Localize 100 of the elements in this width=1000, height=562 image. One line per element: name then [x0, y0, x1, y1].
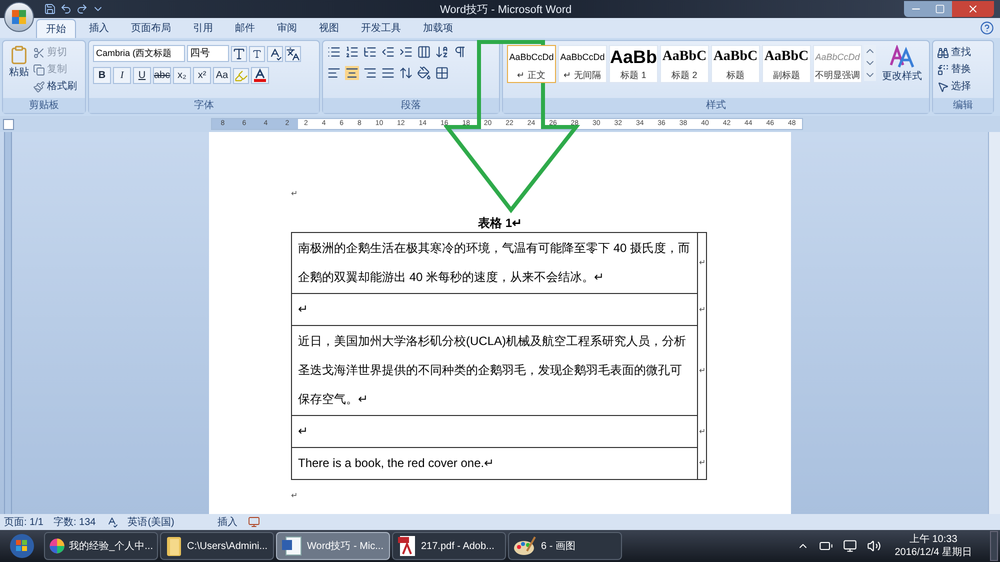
font-color-icon[interactable]: [251, 67, 269, 84]
table-cell: There is a book, the red cover one.↵: [292, 448, 698, 480]
format-button[interactable]: U: [133, 67, 151, 84]
taskbar-button[interactable]: C:\Users\Admini...: [160, 532, 274, 560]
row-end-mark: ↵: [698, 232, 706, 294]
change-styles-button[interactable]: 更改样式: [882, 45, 922, 84]
group-label: 编辑: [933, 98, 993, 113]
document-icon: [281, 535, 303, 557]
replace-icon: [937, 64, 949, 76]
brush-icon[interactable]: [33, 80, 45, 92]
page-count[interactable]: 页面: 1/1: [4, 514, 44, 530]
clipboard-icon[interactable]: [9, 45, 29, 65]
align-left-icon[interactable]: [327, 66, 341, 80]
style-item[interactable]: AaBbCcDd ↵ 正文: [507, 45, 556, 83]
more-styles-icon[interactable]: [864, 69, 876, 81]
taskbar-button[interactable]: 6 - 画图: [508, 532, 622, 560]
pilcrow-icon[interactable]: [453, 45, 467, 59]
undo-icon[interactable]: [60, 3, 72, 15]
align-center-icon[interactable]: [345, 66, 359, 80]
windows-logo-icon: [9, 533, 35, 559]
ribbon-tab[interactable]: 邮件: [226, 19, 264, 38]
group-label: 段落: [323, 98, 499, 113]
taskbar-button[interactable]: Word技巧 - Mic...: [276, 532, 390, 560]
folder-icon: [165, 535, 183, 557]
edit-command[interactable]: 选择: [937, 79, 971, 94]
word-count[interactable]: 字数: 134: [53, 514, 96, 530]
close-icon[interactable]: [967, 3, 979, 15]
group-label: 字体: [89, 98, 319, 113]
grow-font-icon[interactable]: [231, 46, 247, 62]
palette-icon: [513, 535, 537, 557]
ribbon-tab[interactable]: 插入: [80, 19, 118, 38]
format-button[interactable]: x²: [193, 67, 211, 84]
help-icon[interactable]: [980, 21, 994, 35]
save-icon[interactable]: [44, 3, 56, 15]
table-cell: 近日，美国加州大学洛杉矶分校(UCLA)机械及航空工程系研究人员，分析圣迭戈海洋世界提供的不同种类的企鹅羽毛，发现企鹅羽毛表面的微孔可保存空气。↵: [292, 326, 698, 416]
format-button[interactable]: I: [113, 67, 131, 84]
borders-icon[interactable]: [435, 66, 449, 80]
style-item[interactable]: AaBb 标题 1: [609, 45, 658, 83]
volume-icon[interactable]: [866, 539, 881, 553]
taskbar-button[interactable]: 217.pdf - Adob...: [392, 532, 506, 560]
format-button[interactable]: Aa: [213, 67, 231, 84]
group-label: 样式: [503, 98, 929, 113]
scissors-icon[interactable]: [33, 46, 45, 58]
maximize-icon[interactable]: [935, 4, 945, 14]
ribbon-tab[interactable]: 页面布局: [122, 19, 180, 38]
macro-icon[interactable]: [248, 516, 260, 528]
close-button[interactable]: [952, 1, 994, 17]
ribbon-tab[interactable]: 加载项: [414, 19, 462, 38]
style-item[interactable]: AaBbC 标题 2: [660, 45, 709, 83]
style-item[interactable]: AaBbC 副标题: [762, 45, 811, 83]
insert-mode[interactable]: 插入: [218, 514, 238, 530]
copy-icon[interactable]: [33, 64, 45, 76]
ribbon-tab[interactable]: 审阅: [268, 19, 306, 38]
clock-time[interactable]: 上午 10:33: [909, 533, 958, 546]
phonetic-icon[interactable]: [285, 46, 301, 62]
clear-format-icon[interactable]: [267, 46, 283, 62]
edit-command[interactable]: 替换: [937, 62, 971, 77]
style-item[interactable]: AaBbC 标题: [711, 45, 760, 83]
sort-icon[interactable]: [435, 45, 449, 59]
row-end-mark: ↵: [698, 416, 706, 448]
table-cell: 南极洲的企鹅生活在极其寒冷的环境，气温有可能降至零下 40 摄氏度，而企鹅的双翼却能游出 40 米每秒的速度，从来不会结冰。↵: [292, 232, 698, 294]
redo-icon[interactable]: [76, 3, 88, 15]
justify-icon[interactable]: [381, 66, 395, 80]
format-button[interactable]: abc: [153, 67, 171, 84]
clock-date[interactable]: 2016/12/4 星期日: [894, 546, 972, 559]
taskbar-button[interactable]: 我的经验_个人中...: [44, 532, 158, 560]
row-end-mark: ↵: [698, 294, 706, 326]
proofing-icon[interactable]: [106, 516, 118, 528]
row-end-mark: ↵: [698, 448, 706, 480]
numbered-list-icon[interactable]: [345, 45, 359, 59]
maximize-button[interactable]: [928, 1, 952, 17]
shrink-font-icon[interactable]: [249, 46, 265, 62]
ribbon-tab[interactable]: 视图: [310, 19, 348, 38]
office-logo-icon: [11, 9, 27, 25]
tab-selector[interactable]: [3, 118, 14, 130]
align-right-icon[interactable]: [363, 66, 377, 80]
paragraph-mark: ↵: [291, 188, 299, 200]
multilevel-list-icon[interactable]: [363, 45, 377, 59]
language-status[interactable]: 英语(美国): [128, 514, 208, 530]
pointer-icon: [937, 80, 949, 92]
table-cell: ↵: [292, 416, 698, 448]
letters-a-icon: [889, 45, 915, 69]
format-button[interactable]: x₂: [173, 67, 191, 84]
pdf-icon: [397, 535, 417, 557]
font-size-dropdown[interactable]: 四号: [187, 45, 229, 62]
format-button[interactable]: B: [93, 67, 111, 84]
shading-icon[interactable]: [417, 66, 431, 80]
line-spacing-icon[interactable]: [399, 66, 413, 80]
style-item[interactable]: AaBbCcDd ↵ 无间隔: [558, 45, 607, 83]
increase-indent-icon[interactable]: [399, 45, 413, 59]
decrease-indent-icon[interactable]: [381, 45, 395, 59]
edit-command[interactable]: 查找: [937, 45, 971, 60]
ribbon-tab[interactable]: 开始: [36, 19, 76, 38]
ribbon-tab[interactable]: 引用: [184, 19, 222, 38]
ribbon-tab[interactable]: 开发工具: [352, 19, 410, 38]
paste-button[interactable]: 粘贴: [7, 45, 31, 98]
table-cell: ↵: [292, 294, 698, 326]
font-name-dropdown[interactable]: Cambria (西文标题: [93, 45, 185, 62]
distribute-icon[interactable]: [417, 45, 431, 59]
format-painter-button[interactable]: 格式刷: [33, 79, 77, 94]
